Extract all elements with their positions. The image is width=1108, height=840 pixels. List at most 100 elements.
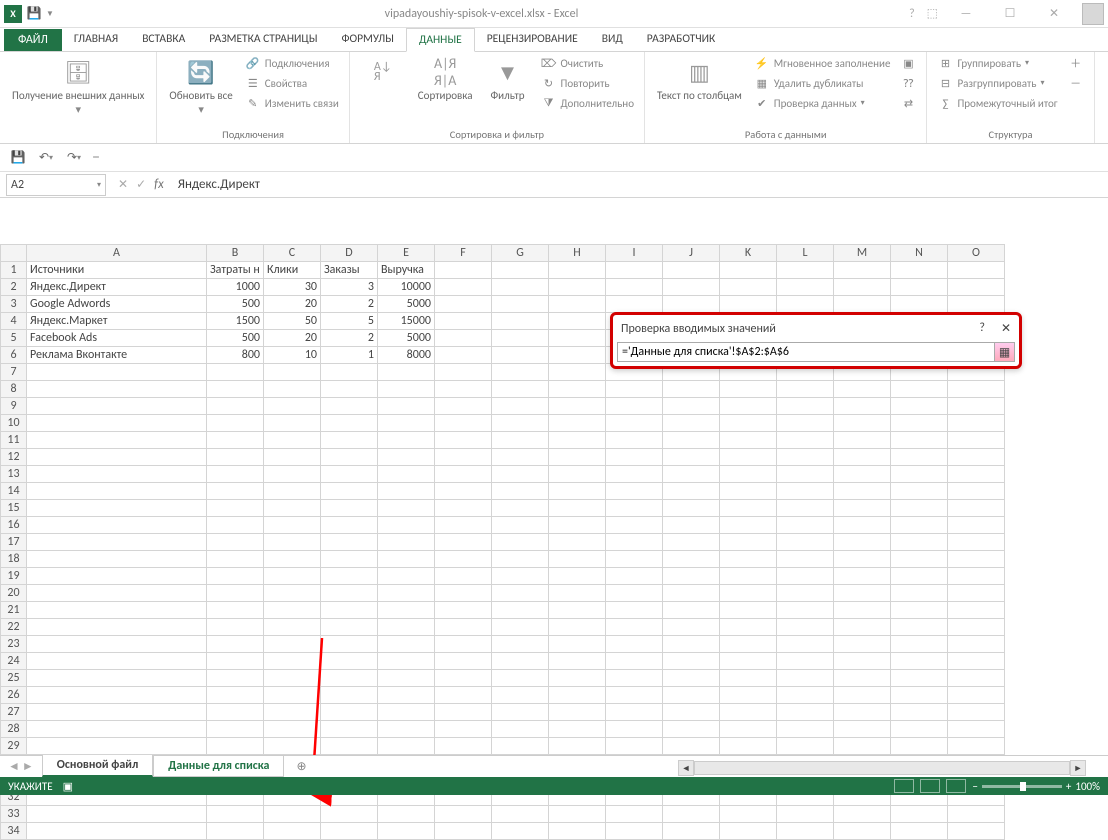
cell[interactable] xyxy=(777,636,834,653)
cell[interactable] xyxy=(549,262,606,279)
cell[interactable] xyxy=(435,330,492,347)
cell[interactable] xyxy=(321,517,378,534)
cell[interactable] xyxy=(321,619,378,636)
cell[interactable] xyxy=(549,636,606,653)
row-header[interactable]: 6 xyxy=(1,347,27,364)
cell[interactable] xyxy=(834,653,891,670)
sheet-nav-next[interactable]: ► xyxy=(22,759,34,774)
cell[interactable] xyxy=(720,296,777,313)
cell[interactable] xyxy=(777,551,834,568)
cell[interactable]: Заказы xyxy=(321,262,378,279)
column-header[interactable]: F xyxy=(435,245,492,262)
cell[interactable] xyxy=(207,466,264,483)
column-header[interactable]: E xyxy=(378,245,435,262)
cell[interactable] xyxy=(378,823,435,840)
cell[interactable] xyxy=(435,738,492,755)
cell[interactable] xyxy=(264,738,321,755)
cell[interactable] xyxy=(891,823,948,840)
cell[interactable]: Facebook Ads xyxy=(27,330,207,347)
cell[interactable] xyxy=(891,704,948,721)
cell[interactable] xyxy=(777,653,834,670)
cell[interactable] xyxy=(435,500,492,517)
cell[interactable] xyxy=(834,823,891,840)
cell[interactable] xyxy=(891,398,948,415)
cell[interactable]: 2 xyxy=(321,296,378,313)
cell[interactable] xyxy=(549,534,606,551)
file-tab[interactable]: ФАЙЛ xyxy=(4,29,62,51)
connections-button[interactable]: 🔗Подключения xyxy=(243,54,341,72)
cell[interactable] xyxy=(492,602,549,619)
cell[interactable] xyxy=(435,721,492,738)
cell[interactable] xyxy=(27,653,207,670)
cell[interactable] xyxy=(264,381,321,398)
cell[interactable] xyxy=(720,262,777,279)
cell[interactable] xyxy=(948,568,1005,585)
row-header[interactable]: 7 xyxy=(1,364,27,381)
cell[interactable]: Затраты н xyxy=(207,262,264,279)
cell[interactable] xyxy=(777,738,834,755)
cell[interactable] xyxy=(549,653,606,670)
cell[interactable] xyxy=(207,551,264,568)
cell[interactable] xyxy=(891,534,948,551)
cell[interactable] xyxy=(891,279,948,296)
column-header[interactable]: A xyxy=(27,245,207,262)
cell[interactable] xyxy=(606,823,663,840)
cell[interactable] xyxy=(549,687,606,704)
row-header[interactable]: 34 xyxy=(1,823,27,840)
cell[interactable] xyxy=(663,806,720,823)
cell[interactable] xyxy=(834,636,891,653)
cell[interactable] xyxy=(606,483,663,500)
cell[interactable] xyxy=(663,466,720,483)
cell[interactable] xyxy=(27,483,207,500)
cell[interactable] xyxy=(321,483,378,500)
cell[interactable] xyxy=(663,296,720,313)
cell[interactable] xyxy=(948,432,1005,449)
cell[interactable] xyxy=(720,500,777,517)
cell[interactable] xyxy=(492,330,549,347)
cell[interactable] xyxy=(435,602,492,619)
cell[interactable] xyxy=(948,500,1005,517)
cell[interactable] xyxy=(435,585,492,602)
cell[interactable] xyxy=(549,602,606,619)
cell[interactable] xyxy=(435,296,492,313)
cell[interactable] xyxy=(27,670,207,687)
cell[interactable] xyxy=(549,670,606,687)
cell[interactable] xyxy=(207,619,264,636)
help-icon[interactable]: ? xyxy=(909,7,915,21)
cell[interactable] xyxy=(435,517,492,534)
get-external-data-button[interactable]: 🗄 Получение внешних данных▾ xyxy=(8,54,148,118)
cell[interactable] xyxy=(834,296,891,313)
row-header[interactable]: 27 xyxy=(1,704,27,721)
cell[interactable] xyxy=(321,500,378,517)
cell[interactable] xyxy=(321,823,378,840)
cell[interactable] xyxy=(27,432,207,449)
cell[interactable] xyxy=(321,721,378,738)
clear-filter-button[interactable]: ⌦Очистить xyxy=(539,54,636,72)
cell[interactable] xyxy=(948,721,1005,738)
cell[interactable] xyxy=(891,619,948,636)
cell[interactable] xyxy=(492,738,549,755)
cell[interactable] xyxy=(777,449,834,466)
cell[interactable] xyxy=(549,313,606,330)
cell[interactable] xyxy=(777,483,834,500)
cell[interactable] xyxy=(606,449,663,466)
cell[interactable] xyxy=(834,687,891,704)
cell[interactable] xyxy=(207,398,264,415)
cell[interactable] xyxy=(720,432,777,449)
cell[interactable] xyxy=(549,347,606,364)
maximize-button[interactable]: ☐ xyxy=(994,4,1026,24)
enter-formula-button[interactable]: ✓ xyxy=(136,177,146,192)
cell[interactable] xyxy=(378,432,435,449)
cell[interactable] xyxy=(549,483,606,500)
cell[interactable] xyxy=(492,364,549,381)
cell[interactable] xyxy=(435,313,492,330)
cell[interactable] xyxy=(264,687,321,704)
cell[interactable] xyxy=(606,738,663,755)
cell[interactable] xyxy=(663,738,720,755)
ribbon-tab-формулы[interactable]: ФОРМУЛЫ xyxy=(329,28,405,52)
row-header[interactable]: 25 xyxy=(1,670,27,687)
cell[interactable] xyxy=(321,568,378,585)
cell[interactable] xyxy=(549,517,606,534)
row-header[interactable]: 9 xyxy=(1,398,27,415)
column-header[interactable]: N xyxy=(891,245,948,262)
